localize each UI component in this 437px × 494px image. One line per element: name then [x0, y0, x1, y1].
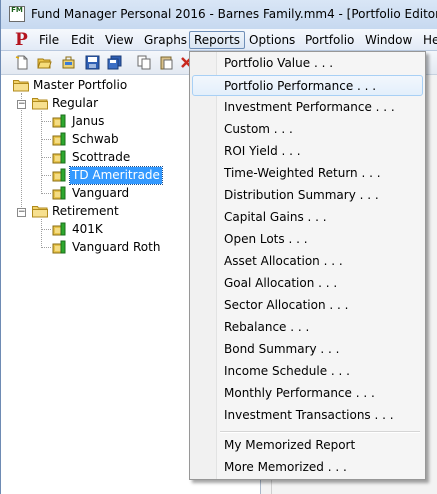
tree-connector: [42, 175, 51, 176]
menu-item-label: Open Lots . . .: [224, 232, 308, 246]
menu-item-label: More Memorized . . .: [224, 460, 347, 474]
account-icon: [52, 240, 66, 254]
tree-connector: [21, 93, 22, 211]
tree-node-label: Regular: [52, 96, 99, 110]
menu-item-open-lots[interactable]: Open Lots . . .: [192, 229, 423, 250]
menu-item-custom[interactable]: Custom . . .: [192, 119, 423, 140]
save-icon[interactable]: [85, 55, 100, 70]
tree-node-label: Retirement: [52, 204, 119, 218]
menu-item-label: Sector Allocation . . .: [224, 298, 349, 312]
menu-help[interactable]: He: [419, 32, 437, 48]
menu-item-capital-gains[interactable]: Capital Gains . . .: [192, 207, 423, 228]
tree-node-label: Master Portfolio: [33, 78, 128, 92]
menu-item-my-memorized-report[interactable]: My Memorized Report: [192, 435, 423, 456]
tree-connector: [42, 247, 51, 248]
menu-item-time-weighted-return[interactable]: Time-Weighted Return . . .: [192, 163, 423, 184]
tree-connector: [42, 121, 51, 122]
menu-item-label: Portfolio Performance . . .: [224, 79, 377, 93]
fund-manager-app-icon: FM: [9, 6, 25, 22]
tree-connector: [41, 219, 42, 248]
menu-item-label: Time-Weighted Return . . .: [224, 166, 381, 180]
collapse-retirement-toggle[interactable]: −: [17, 208, 26, 217]
account-icon: [52, 114, 66, 128]
folder-icon: [13, 80, 29, 92]
tree-connector: [42, 139, 51, 140]
tree-node-label: Schwab: [72, 132, 119, 146]
menu-item-bond-summary[interactable]: Bond Summary . . .: [192, 339, 423, 360]
open-folder-icon[interactable]: [37, 55, 52, 70]
menu-item-portfolio-value[interactable]: Portfolio Value . . .: [192, 53, 423, 74]
menu-item-label: My Memorized Report: [224, 438, 356, 452]
tree-connector: [42, 229, 51, 230]
tree-node-label: Vanguard Roth: [72, 240, 161, 254]
account-icon: [52, 222, 66, 236]
menu-item-income-schedule[interactable]: Income Schedule . . .: [192, 361, 423, 382]
folder-icon: [32, 98, 48, 110]
menu-item-investment-performance[interactable]: Investment Performance . . .: [192, 97, 423, 118]
menu-item-distribution-summary[interactable]: Distribution Summary . . .: [192, 185, 423, 206]
menu-separator: [220, 431, 420, 433]
menu-item-label: Income Schedule . . .: [224, 364, 350, 378]
menu-item-sector-allocation[interactable]: Sector Allocation . . .: [192, 295, 423, 316]
copy-icon[interactable]: [137, 55, 152, 70]
menu-portfolio[interactable]: Portfolio: [301, 32, 358, 48]
menu-graphs[interactable]: Graphs: [140, 32, 191, 48]
document-system-menu-icon[interactable]: P: [15, 30, 28, 50]
collapse-regular-toggle[interactable]: −: [17, 100, 26, 109]
menu-file[interactable]: File: [35, 32, 63, 48]
account-icon: [52, 132, 66, 146]
menu-view[interactable]: View: [101, 32, 137, 48]
menu-edit[interactable]: Edit: [67, 32, 98, 48]
menu-item-label: Bond Summary . . .: [224, 342, 340, 356]
menu-item-label: Investment Performance . . .: [224, 100, 395, 114]
menu-item-more-memorized[interactable]: More Memorized . . .: [192, 457, 423, 478]
menu-item-label: Custom . . .: [224, 122, 293, 136]
tree-node-label: TD Ameritrade: [69, 166, 163, 185]
menu-item-label: Capital Gains . . .: [224, 210, 327, 224]
menu-options[interactable]: Options: [245, 32, 299, 48]
account-icon: [52, 150, 66, 164]
account-icon: [52, 168, 66, 182]
tree-connector: [41, 111, 42, 194]
app-window: FM Fund Manager Personal 2016 - Barnes F…: [0, 0, 437, 494]
menu-item-rebalance[interactable]: Rebalance . . .: [192, 317, 423, 338]
menu-item-label: Goal Allocation . . .: [224, 276, 338, 290]
menu-item-investment-transactions[interactable]: Investment Transactions . . .: [192, 405, 423, 426]
menu-window[interactable]: Window: [361, 32, 416, 48]
tree-node-label: Scottrade: [72, 150, 131, 164]
portfolio-icon[interactable]: [61, 55, 76, 70]
new-document-icon[interactable]: [15, 55, 30, 70]
tree-connector: [42, 193, 51, 194]
tree-connector: [42, 157, 51, 158]
folder-icon: [32, 206, 48, 218]
menu-item-roi-yield[interactable]: ROI Yield . . .: [192, 141, 423, 162]
menu-item-monthly-performance[interactable]: Monthly Performance . . .: [192, 383, 423, 404]
tree-node-label: Vanguard: [72, 186, 130, 200]
menu-item-goal-allocation[interactable]: Goal Allocation . . .: [192, 273, 423, 294]
menu-item-label: Rebalance . . .: [224, 320, 310, 334]
reports-dropdown-menu: Portfolio Value . . . Portfolio Performa…: [189, 51, 426, 480]
title-bar[interactable]: FM Fund Manager Personal 2016 - Barnes F…: [1, 0, 437, 30]
paste-icon[interactable]: [159, 55, 174, 70]
menu-item-portfolio-performance[interactable]: Portfolio Performance . . .: [192, 75, 423, 96]
tree-node-label: Janus: [72, 114, 105, 128]
menu-item-label: Distribution Summary . . .: [224, 188, 379, 202]
menu-item-label: ROI Yield . . .: [224, 144, 301, 158]
menu-item-asset-allocation[interactable]: Asset Allocation . . .: [192, 251, 423, 272]
account-icon: [52, 186, 66, 200]
tree-node-label: 401K: [72, 222, 103, 236]
window-title: Fund Manager Personal 2016 - Barnes Fami…: [31, 7, 437, 21]
menu-item-label: Monthly Performance . . .: [224, 386, 375, 400]
save-all-icon[interactable]: [107, 55, 122, 70]
menu-item-label: Asset Allocation . . .: [224, 254, 343, 268]
menu-bar: P File Edit View Graphs Reports Options …: [1, 29, 437, 51]
menu-item-label: Portfolio Value . . .: [224, 56, 334, 70]
menu-item-label: Investment Transactions . . .: [224, 408, 394, 422]
menu-reports[interactable]: Reports: [189, 31, 246, 49]
